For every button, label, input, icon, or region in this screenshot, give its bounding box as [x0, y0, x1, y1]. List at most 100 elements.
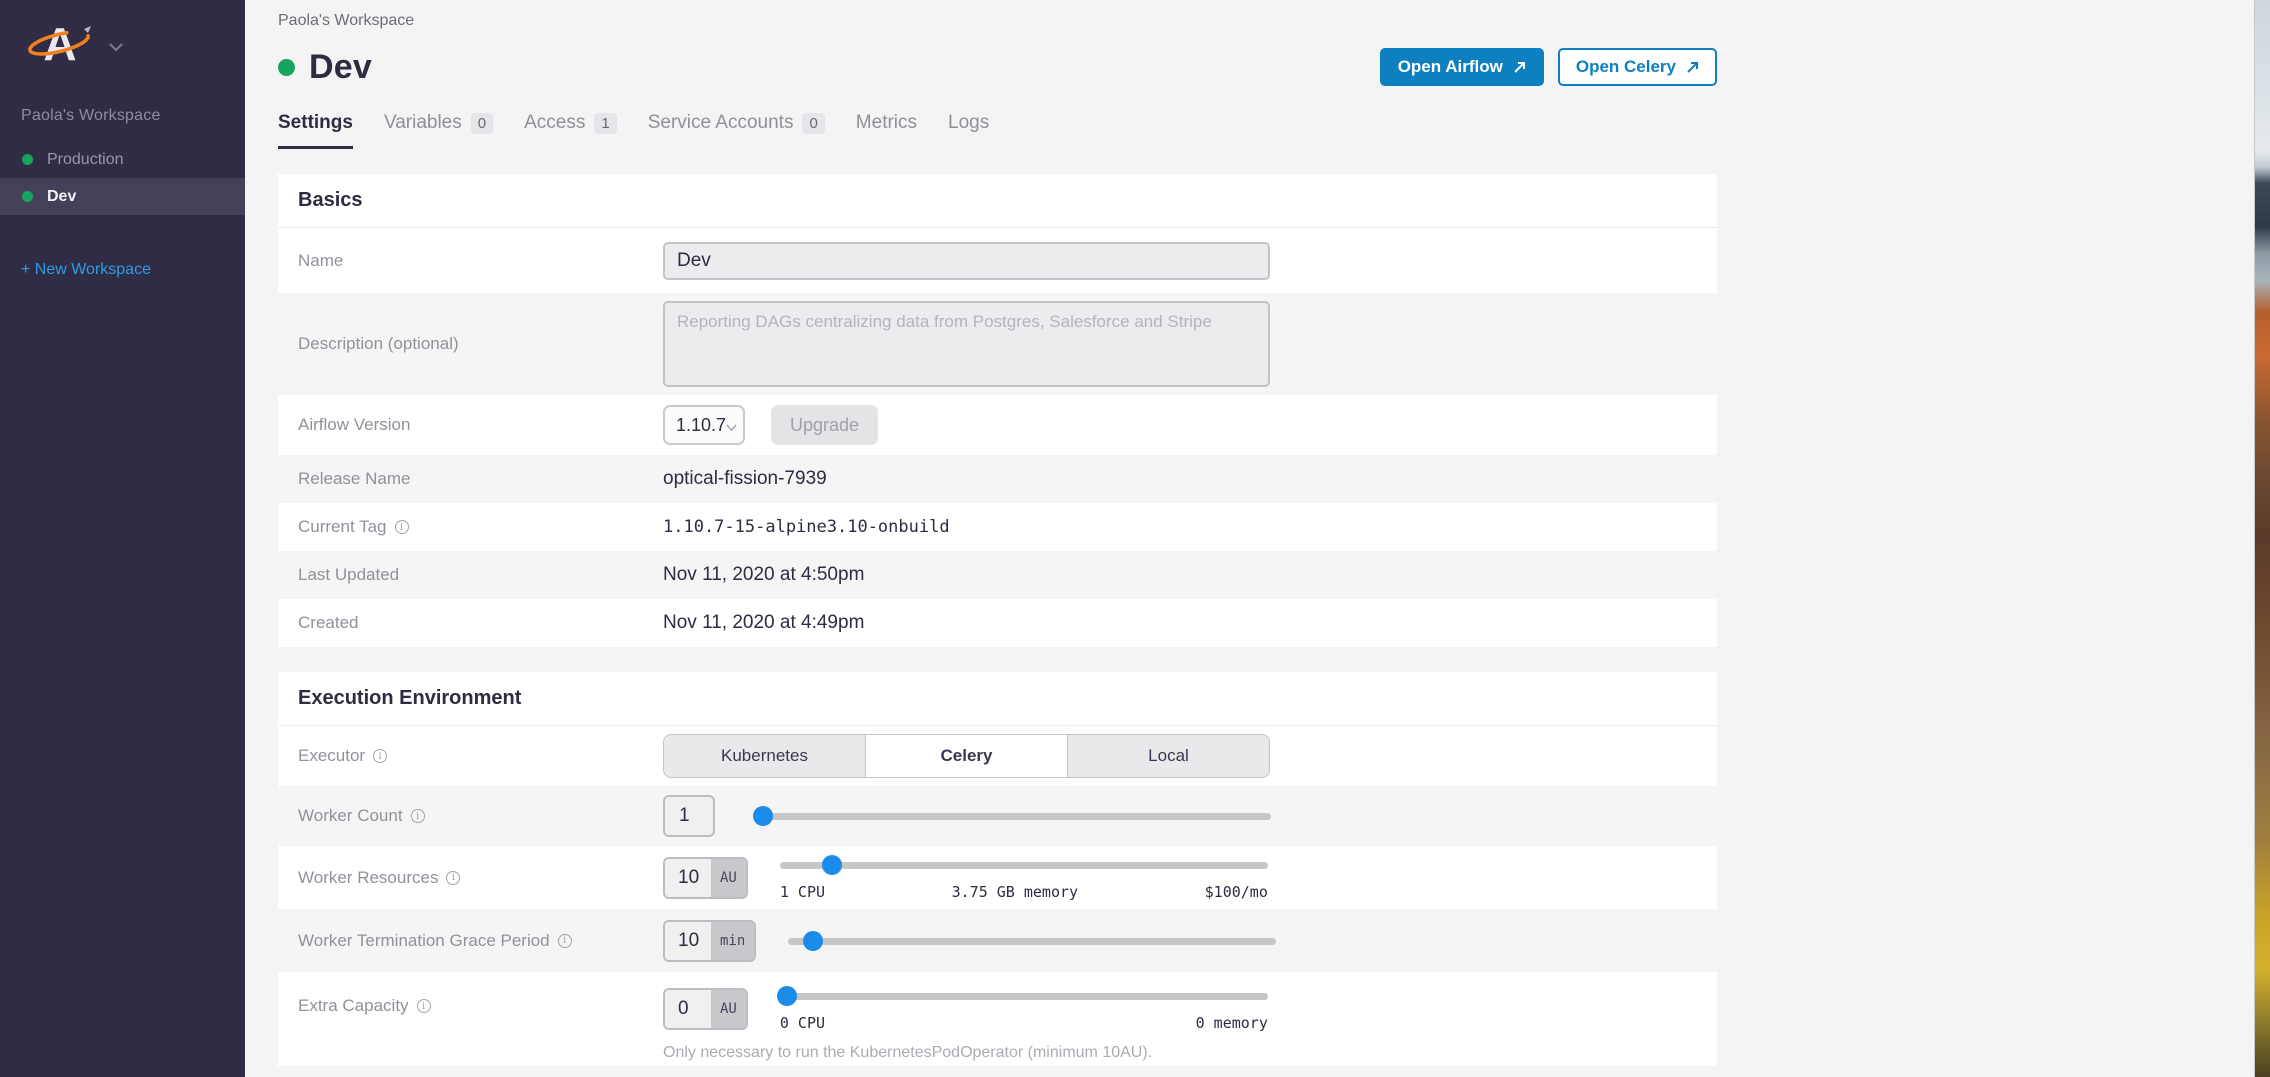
tab-count-badge: 0 — [802, 113, 824, 134]
worker-resources-cpu: 1 CPU — [780, 883, 825, 901]
page-title: Dev — [309, 48, 372, 87]
executor-option-local[interactable]: Local — [1067, 735, 1269, 777]
worker-resources-cost: $100/mo — [1205, 883, 1268, 901]
extra-capacity-label: Extra Capacity — [298, 996, 409, 1016]
slider-thumb[interactable] — [822, 855, 842, 875]
worker-resources-memory: 3.75 GB memory — [952, 883, 1078, 901]
sidebar-item-dev[interactable]: Dev — [0, 178, 245, 215]
slider-thumb[interactable] — [753, 806, 773, 826]
worker-count-input[interactable] — [663, 795, 715, 837]
chevron-down-icon — [726, 415, 737, 436]
extra-capacity-input[interactable] — [665, 990, 711, 1028]
open-airflow-label: Open Airflow — [1398, 57, 1503, 77]
extra-capacity-cpu: 0 CPU — [780, 1014, 825, 1032]
unit-badge: AU — [711, 990, 746, 1028]
worker-resources-input[interactable] — [665, 859, 711, 897]
new-workspace-link[interactable]: + New Workspace — [21, 261, 245, 279]
last-updated-label: Last Updated — [298, 565, 399, 585]
grace-period-label: Worker Termination Grace Period — [298, 931, 550, 951]
grace-period-slider[interactable] — [788, 931, 1276, 951]
desktop-wallpaper-sliver — [2254, 0, 2270, 1077]
airflow-version-value: 1.10.7 — [676, 415, 726, 436]
last-updated-row: Last Updated Nov 11, 2020 at 4:50pm — [278, 551, 1717, 599]
basics-card: Basics Name Description (optional) Airfl… — [278, 174, 1717, 647]
chevron-down-icon — [108, 39, 124, 57]
slider-thumb[interactable] — [777, 986, 797, 1006]
extra-capacity-help: Only necessary to run the KubernetesPodO… — [663, 1044, 1268, 1062]
deployment-nav: Production Dev — [0, 141, 245, 215]
open-airflow-button[interactable]: Open Airflow — [1380, 48, 1544, 86]
workspace-switcher[interactable]: A — [0, 0, 245, 73]
tab-service-accounts[interactable]: Service Accounts 0 — [648, 112, 825, 149]
section-title-basics: Basics — [298, 189, 363, 212]
external-link-icon — [1513, 61, 1526, 74]
current-tag-label: Current Tag — [298, 517, 387, 537]
description-input[interactable] — [663, 301, 1270, 387]
main-area: Paola's Workspace Dev Open Airflow Open … — [245, 0, 2254, 1077]
worker-resources-label: Worker Resources — [298, 868, 438, 888]
tab-settings[interactable]: Settings — [278, 112, 353, 149]
info-icon[interactable] — [558, 934, 572, 948]
tab-count-badge: 0 — [471, 113, 493, 134]
description-row: Description (optional) — [278, 293, 1717, 395]
tab-access[interactable]: Access 1 — [524, 112, 617, 149]
open-celery-button[interactable]: Open Celery — [1558, 48, 1717, 86]
astronomer-logo-icon: A — [26, 16, 94, 73]
tab-label: Service Accounts — [648, 112, 794, 134]
worker-resources-slider[interactable] — [780, 855, 1268, 875]
name-row: Name — [278, 228, 1717, 293]
worker-count-slider[interactable] — [755, 806, 1271, 826]
tab-label: Logs — [948, 112, 989, 134]
status-dot-icon — [22, 154, 33, 165]
worker-count-label: Worker Count — [298, 806, 403, 826]
tab-label: Settings — [278, 112, 353, 134]
grace-period-row: Worker Termination Grace Period min — [278, 909, 1717, 972]
extra-capacity-slider[interactable] — [780, 986, 1268, 1006]
sidebar-item-production[interactable]: Production — [0, 141, 245, 178]
section-title-execution-environment: Execution Environment — [298, 687, 521, 710]
grace-period-input-group: min — [663, 920, 756, 962]
info-icon[interactable] — [373, 749, 387, 763]
tab-logs[interactable]: Logs — [948, 112, 989, 149]
tab-metrics[interactable]: Metrics — [856, 112, 917, 149]
unit-badge: AU — [711, 859, 746, 897]
slider-thumb[interactable] — [803, 931, 823, 951]
airflow-version-select[interactable]: 1.10.7 — [663, 405, 745, 445]
sidebar-workspace-label: Paola's Workspace — [0, 73, 245, 125]
deployment-status-dot-icon — [278, 59, 295, 76]
airflow-version-row: Airflow Version 1.10.7 Upgrade — [278, 395, 1717, 455]
info-icon[interactable] — [395, 520, 409, 534]
breadcrumb: Paola's Workspace — [278, 0, 1717, 30]
external-link-icon — [1686, 61, 1699, 74]
page-header: Dev Open Airflow Open Celery — [278, 46, 1717, 88]
extra-capacity-row: Extra Capacity AU — [278, 972, 1717, 1066]
execution-environment-card: Execution Environment Executor Kubernete… — [278, 672, 1717, 1066]
created-row: Created Nov 11, 2020 at 4:49pm — [278, 599, 1717, 647]
svg-text:A: A — [43, 18, 76, 68]
grace-period-input[interactable] — [665, 922, 711, 960]
tab-variables[interactable]: Variables 0 — [384, 112, 493, 149]
name-input[interactable] — [663, 242, 1270, 280]
tab-label: Variables — [384, 112, 462, 134]
executor-option-celery[interactable]: Celery — [865, 735, 1067, 777]
tab-bar: Settings Variables 0 Access 1 Service Ac… — [278, 112, 1717, 149]
extra-capacity-memory: 0 memory — [1196, 1014, 1268, 1032]
current-tag-row: Current Tag 1.10.7-15-alpine3.10-onbuild — [278, 503, 1717, 551]
sidebar: A Paola's Workspace Production Dev + New… — [0, 0, 245, 1077]
created-value: Nov 11, 2020 at 4:49pm — [663, 612, 864, 634]
unit-badge: min — [711, 922, 754, 960]
info-icon[interactable] — [411, 809, 425, 823]
created-label: Created — [298, 613, 358, 633]
executor-option-kubernetes[interactable]: Kubernetes — [664, 735, 865, 777]
worker-resources-input-group: AU — [663, 857, 748, 899]
upgrade-button[interactable]: Upgrade — [771, 405, 878, 445]
tab-count-badge: 1 — [594, 113, 616, 134]
executor-segmented-control: Kubernetes Celery Local — [663, 734, 1270, 778]
executor-label: Executor — [298, 746, 365, 766]
sidebar-item-label: Dev — [47, 188, 76, 206]
info-icon[interactable] — [446, 871, 460, 885]
sidebar-item-label: Production — [47, 151, 124, 169]
info-icon[interactable] — [417, 999, 431, 1013]
worker-resources-row: Worker Resources AU 1 CPU — [278, 846, 1717, 909]
open-celery-label: Open Celery — [1576, 57, 1676, 77]
